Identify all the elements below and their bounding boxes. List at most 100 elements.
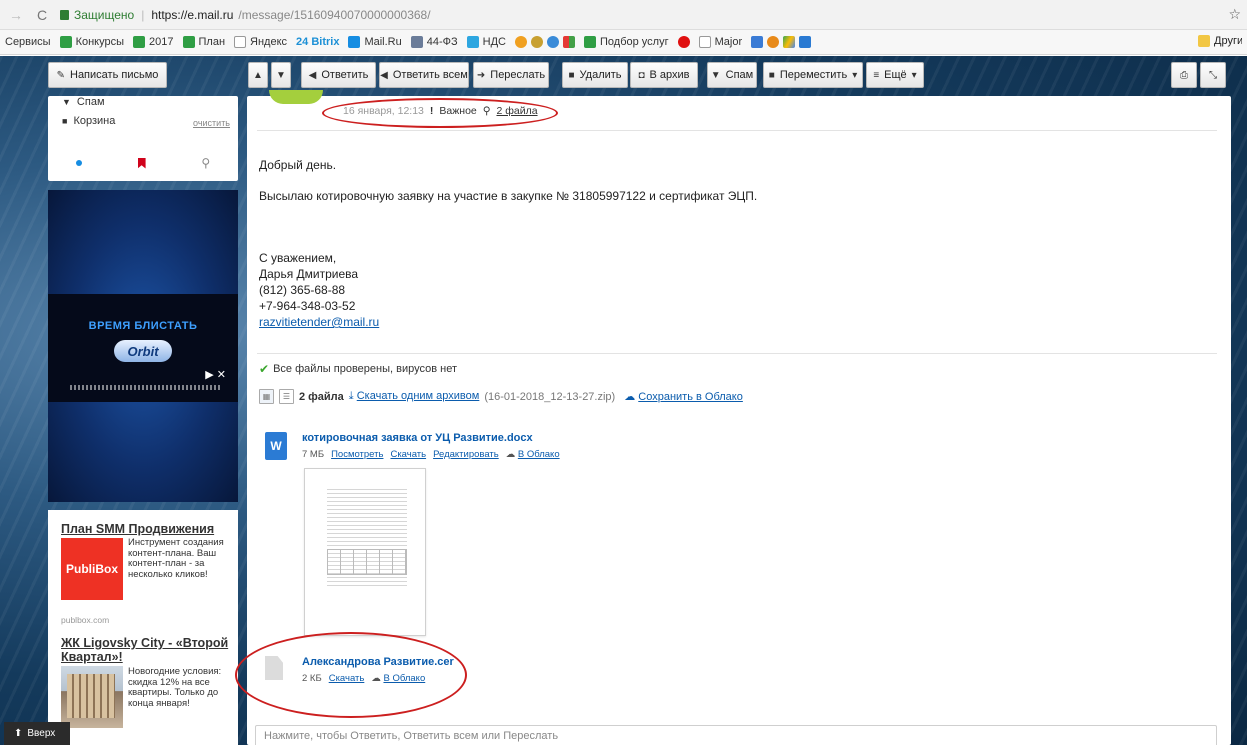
file-cloud-link[interactable]: ☁ В Облако — [506, 449, 560, 460]
bookmark-44fz[interactable]: 44-ФЗ — [410, 36, 458, 48]
red-dot-icon — [677, 36, 690, 48]
annotation-oval — [235, 632, 467, 718]
other-bookmarks[interactable]: Другие закладки — [1192, 35, 1242, 47]
bookmark-icon — [767, 36, 780, 48]
bookmark-star-icon[interactable]: ☆ — [1228, 6, 1241, 23]
sheet-icon — [133, 36, 146, 48]
bookmark-mailru[interactable]: Mail.Ru — [348, 36, 402, 48]
forward-arrow-icon[interactable]: → — [8, 7, 24, 23]
bookmark-yandex[interactable]: Яндекс — [234, 36, 287, 48]
more-button[interactable]: ≡ Ещё ▾ — [866, 62, 924, 88]
ad-title[interactable]: ЖК Ligovsky City - «Второй Квартал»! — [61, 636, 231, 664]
bookmark-extra-icons[interactable] — [751, 36, 812, 48]
collapse-button[interactable]: ⤡ — [1200, 62, 1226, 88]
reply-label: Ответить — [321, 69, 369, 81]
move-button[interactable]: ■ Переместить ▾ — [763, 62, 863, 88]
bookmark-label: Подбор услуг — [600, 36, 669, 48]
document-preview[interactable] — [304, 468, 426, 636]
bookmark-services[interactable]: Сервисы — [5, 36, 51, 48]
unread-filter-icon[interactable] — [75, 160, 82, 166]
sheet-icon — [59, 36, 72, 48]
bookmark-bitrix[interactable]: 24 Bitrix — [296, 36, 339, 48]
quick-reply-field[interactable]: Нажмите, чтобы Ответить, Ответить всем и… — [255, 725, 1217, 745]
pencil-icon: ✎ — [56, 69, 65, 81]
ad-text[interactable]: Инструмент создания контент-плана. Ваш к… — [128, 537, 228, 580]
ad-source[interactable]: publbox.com — [61, 615, 109, 625]
attachment-filter-icon[interactable]: ⚲ — [201, 156, 210, 170]
body-text: Высылаю котировочную заявку на участие в… — [259, 189, 758, 203]
edit-file-link[interactable]: Редактировать — [433, 449, 499, 460]
reply-icon: ◀ — [308, 69, 317, 81]
bookmark-label: 44-ФЗ — [426, 36, 458, 48]
signature-email[interactable]: razvitietender@mail.ru — [259, 314, 379, 330]
download-file-link[interactable]: Скачать — [390, 449, 426, 460]
cart-icon — [799, 36, 812, 48]
prev-message-button[interactable]: ▲ — [248, 62, 268, 88]
list-view-icon[interactable]: ☰ — [279, 389, 294, 404]
secure-label: Защищено — [74, 7, 135, 22]
reply-all-label: Ответить всем — [392, 69, 468, 81]
next-message-button[interactable]: ▼ — [271, 62, 291, 88]
ad-title[interactable]: План SMM Продвижения — [61, 522, 231, 536]
file-size: 7 МБ — [302, 449, 325, 460]
folder-trash[interactable]: ■ Корзина — [62, 115, 115, 127]
grid-view-icon[interactable]: ▦ — [259, 389, 274, 404]
view-file-link[interactable]: Посмотреть — [331, 449, 383, 460]
scroll-up-button[interactable]: ⬆ Вверх — [4, 722, 70, 745]
other-bookmarks-label: Другие закладки — [1214, 35, 1242, 47]
ad-image[interactable] — [61, 666, 123, 728]
ad-logo[interactable]: PubliBox — [61, 538, 123, 600]
email-link[interactable]: razvitietender@mail.ru — [259, 315, 379, 329]
lock-icon — [60, 9, 69, 20]
file-name[interactable]: котировочная заявка от УЦ Развитие.docx — [302, 432, 533, 444]
reply-all-button[interactable]: ◀ Ответить всем — [379, 62, 469, 88]
signature-phone2: +7-964-348-03-52 — [259, 299, 356, 313]
virus-check-label: Все файлы проверены, вирусов нет — [273, 363, 457, 375]
page-icon — [234, 36, 247, 48]
folder-spam[interactable]: ▼ Спам — [62, 96, 105, 108]
cloud-icon: ☁ — [505, 449, 516, 460]
delete-button[interactable]: ■ Удалить — [562, 62, 628, 88]
bookmark-label: Mail.Ru — [364, 36, 402, 48]
clear-trash-link[interactable]: очистить — [193, 118, 230, 128]
reply-all-icon: ◀ — [380, 69, 388, 81]
spam-label: Спам — [725, 69, 754, 81]
bookmark-nds[interactable]: НДС — [466, 36, 506, 48]
print-button[interactable]: ⎙ — [1171, 62, 1197, 88]
forward-button[interactable]: ➜ Переслать — [473, 62, 549, 88]
bookmark-red-dot[interactable] — [677, 36, 690, 48]
emblem-icon — [547, 36, 559, 48]
spam-button[interactable]: ▼ Спам — [707, 62, 757, 88]
bookmark-services-select[interactable]: Подбор услуг — [584, 36, 669, 48]
save-to-cloud-link[interactable]: ☁ Сохранить в Облако — [624, 390, 743, 403]
play-mute-icon[interactable]: ▶ ✕ — [205, 368, 226, 381]
attachments-header: ▦ ☰ 2 файла ⤓ Скачать одним архивом (16-… — [259, 389, 743, 404]
preview-table — [327, 549, 407, 575]
ad-text[interactable]: Новогодние условия: скидка 12% на все кв… — [128, 666, 228, 709]
sheet-icon — [182, 36, 195, 48]
folder-spam-label: Спам — [76, 96, 105, 108]
download-all-link[interactable]: ⤓ Скачать одним архивом — [349, 390, 480, 403]
folder-trash-label: Корзина — [73, 115, 116, 127]
reply-button[interactable]: ◀ Ответить — [301, 62, 376, 88]
signature-regards: С уважением, — [259, 251, 337, 265]
banner-ad[interactable]: ВРЕМЯ БЛИСТАТЬ Orbit ▶ ✕ — [48, 190, 238, 502]
bookmark-major[interactable]: Major — [698, 36, 742, 48]
save-to-cloud-label: Сохранить в Облако — [638, 391, 743, 403]
flag-filter-icon[interactable] — [137, 157, 146, 169]
compose-button[interactable]: ✎ Написать письмо — [48, 62, 167, 88]
url-separator: | — [141, 7, 145, 22]
annotation-oval — [322, 98, 558, 128]
archive-button[interactable]: ◘ В архив — [630, 62, 698, 88]
reload-icon[interactable]: C — [34, 7, 50, 23]
bookmark-label: Сервисы — [5, 36, 51, 48]
sender-avatar — [269, 90, 323, 104]
bookmark-plan[interactable]: План — [182, 36, 225, 48]
bookmark-2017[interactable]: 2017 — [133, 36, 174, 48]
bookmark-contests[interactable]: Конкурсы — [59, 36, 124, 48]
bookmark-label: Яндекс — [250, 36, 288, 48]
word-file-icon[interactable]: W — [265, 432, 287, 460]
url-field[interactable]: Защищено | https://e.mail.ru/message/151… — [60, 8, 431, 22]
bookmark-misc-icons[interactable] — [515, 36, 575, 48]
compose-label: Написать письмо — [70, 69, 159, 81]
